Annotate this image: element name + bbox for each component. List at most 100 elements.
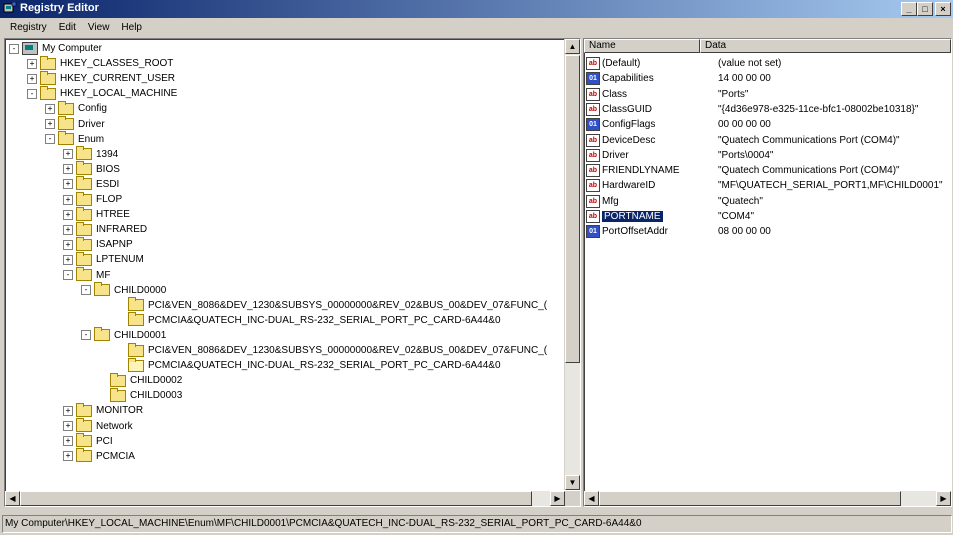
tree-node[interactable]: + INFRARED [63, 221, 147, 236]
value-row[interactable]: ab Driver "Ports\0004" [586, 148, 773, 162]
string-value-icon: ab [586, 102, 600, 116]
scroll-up-arrow-icon[interactable]: ▲ [565, 39, 580, 54]
close-button[interactable]: × [935, 2, 951, 16]
tree-node[interactable]: - Enum [45, 131, 104, 146]
tree-node[interactable]: + HKEY_CURRENT_USER [27, 70, 175, 85]
tree-hscroll-thumb[interactable] [20, 491, 532, 506]
collapse-icon[interactable]: - [81, 330, 91, 341]
folder-icon [128, 342, 144, 357]
tree-horizontal-scrollbar[interactable]: ◀ ▶ [5, 491, 565, 506]
expand-icon[interactable]: + [27, 73, 37, 84]
tree-node[interactable]: PCMCIA&QUATECH_INC-DUAL_RS-232_SERIAL_PO… [117, 312, 501, 327]
tree-node[interactable]: + Config [45, 100, 107, 115]
tree-scroll-thumb[interactable] [565, 55, 580, 363]
maximize-button[interactable]: □ [917, 2, 933, 16]
tree-node[interactable]: + PCMCIA [63, 448, 135, 463]
value-row[interactable]: 01 ConfigFlags 00 00 00 00 [586, 118, 771, 132]
expand-icon[interactable]: + [63, 405, 73, 416]
menu-help[interactable]: Help [115, 22, 148, 33]
folder-icon [76, 161, 92, 176]
tree-node[interactable]: +1394 [63, 146, 118, 161]
folder-icon [40, 85, 56, 100]
tree-node[interactable]: - MF [63, 267, 110, 282]
tree-node[interactable]: + FLOP [63, 191, 122, 206]
expand-icon[interactable]: + [45, 119, 55, 129]
tree-node-label: MONITOR [96, 405, 144, 417]
tree-vertical-scrollbar[interactable]: ▲ ▼ [564, 39, 580, 490]
tree-node-label: PCI&VEN_8086&DEV_1230&SUBSYS_00000000&RE… [148, 345, 548, 356]
scroll-left-arrow-icon[interactable]: ◀ [5, 491, 20, 506]
value-name: Capabilities [602, 73, 654, 85]
tree-node[interactable]: + BIOS [63, 161, 120, 176]
list-hscroll-thumb[interactable] [599, 491, 901, 506]
tree-node-label: PCMCIA&QUATECH_INC-DUAL_RS-232_SERIAL_PO… [148, 314, 501, 326]
expand-icon[interactable]: + [63, 239, 73, 250]
tree-node[interactable]: + MONITOR [63, 402, 144, 417]
collapse-icon[interactable]: - [45, 134, 55, 145]
tree-node[interactable]: PCI&VEN_8086&DEV_1230&SUBSYS_00000000&RE… [117, 297, 547, 312]
key-tree-pane[interactable]: - My Computer + HKEY_CLASSES_ROOT + HKEY_CURR… [4, 38, 581, 507]
folder-icon [76, 433, 92, 448]
value-row[interactable]: ab HardwareID "MF\QUATECH_SERIAL_PORT1,MF\… [586, 179, 943, 193]
scroll-left-arrow-icon[interactable]: ◀ [584, 491, 599, 506]
expand-icon[interactable]: + [63, 451, 73, 462]
collapse-icon[interactable]: - [63, 270, 73, 280]
collapse-icon[interactable]: - [27, 88, 37, 99]
collapse-icon[interactable]: - [9, 43, 19, 54]
tree-node-label: CHILD0003 [130, 390, 183, 402]
tree-node[interactable]: + LPTENUM [63, 251, 144, 266]
tree-node[interactable]: + ISAPNP [63, 236, 133, 251]
menu-edit[interactable]: Edit [53, 22, 82, 33]
tree-node-label: LPTENUM [96, 254, 144, 266]
tree-node[interactable]: - My Computer [9, 42, 102, 55]
expand-icon[interactable]: + [27, 58, 37, 69]
value-row[interactable]: ab ClassGUID "{4d36e978-e325-11ce-bfc1-080… [586, 102, 918, 116]
tree-node[interactable]: PCI&VEN_8086&DEV_1230&SUBSYS_00000000&RE… [117, 342, 548, 357]
tree-node-label: CHILD0002 [130, 375, 183, 387]
tree-node[interactable]: - CHILD0000 [81, 282, 166, 297]
list-horizontal-scrollbar[interactable]: ◀ ▶ [584, 491, 951, 506]
scroll-down-arrow-icon[interactable]: ▼ [565, 475, 580, 490]
tree-node[interactable]: CHILD0002 [99, 372, 183, 387]
collapse-icon[interactable]: - [81, 285, 91, 296]
tree-node[interactable]: + HTREE [63, 206, 130, 221]
scroll-right-arrow-icon[interactable]: ▶ [936, 491, 951, 506]
scroll-right-arrow-icon[interactable]: ▶ [550, 491, 565, 506]
value-row[interactable]: 01 PortOffsetAddr 08 00 00 00 [586, 225, 771, 239]
tree-node[interactable]: + Driver [45, 116, 105, 131]
tree-node[interactable]: CHILD0003 [99, 387, 183, 402]
value-row[interactable]: ab (Default) (value not set) [586, 57, 781, 70]
expand-icon[interactable]: + [63, 224, 73, 235]
folder-icon [76, 267, 92, 281]
expand-icon[interactable]: + [63, 436, 73, 447]
expand-icon[interactable]: + [63, 194, 73, 205]
tree-node[interactable]: + PCI [63, 433, 113, 448]
value-row[interactable]: ab Class "Ports" [586, 87, 748, 101]
expand-icon[interactable]: + [63, 164, 73, 175]
tree-node[interactable]: + HKEY_CLASSES_ROOT [27, 55, 173, 70]
tree-node[interactable]: + Network [63, 418, 133, 433]
value-row[interactable]: ab FRIENDLYNAME "Quatech Communications Po… [586, 164, 900, 178]
tree-node[interactable]: - HKEY_LOCAL_MACHINE [27, 85, 177, 100]
tree-node[interactable]: + ESDI [63, 176, 119, 191]
value-row[interactable]: ab PORTNAME "COM4" [586, 210, 754, 223]
value-data: 08 00 00 00 [718, 226, 771, 238]
expand-icon[interactable]: + [63, 179, 73, 190]
values-list-pane[interactable]: Name Data ab (Default) (value not set) 01 Ca… [583, 38, 952, 507]
expand-icon[interactable]: + [63, 421, 73, 431]
minimize-button[interactable]: _ [901, 2, 917, 16]
menu-view[interactable]: View [82, 22, 116, 33]
column-header-name[interactable]: Name [584, 39, 700, 53]
expand-icon[interactable]: + [63, 209, 73, 220]
value-row[interactable]: 01 Capabilities 14 00 00 00 [586, 72, 771, 86]
column-header-data[interactable]: Data [700, 39, 951, 53]
tree-node[interactable]: - CHILD0001 [81, 327, 166, 342]
expand-icon[interactable]: + [63, 254, 73, 265]
value-row[interactable]: ab Mfg "Quatech" [586, 194, 763, 208]
expand-icon[interactable]: + [63, 149, 73, 160]
menu-registry[interactable]: Registry [0, 22, 53, 33]
tree-node[interactable]: PCMCIA&QUATECH_INC-DUAL_RS-232_SERIAL_PO… [117, 357, 501, 372]
value-row[interactable]: ab DeviceDesc "Quatech Communications Port… [586, 133, 900, 147]
expand-icon[interactable]: + [45, 103, 55, 114]
